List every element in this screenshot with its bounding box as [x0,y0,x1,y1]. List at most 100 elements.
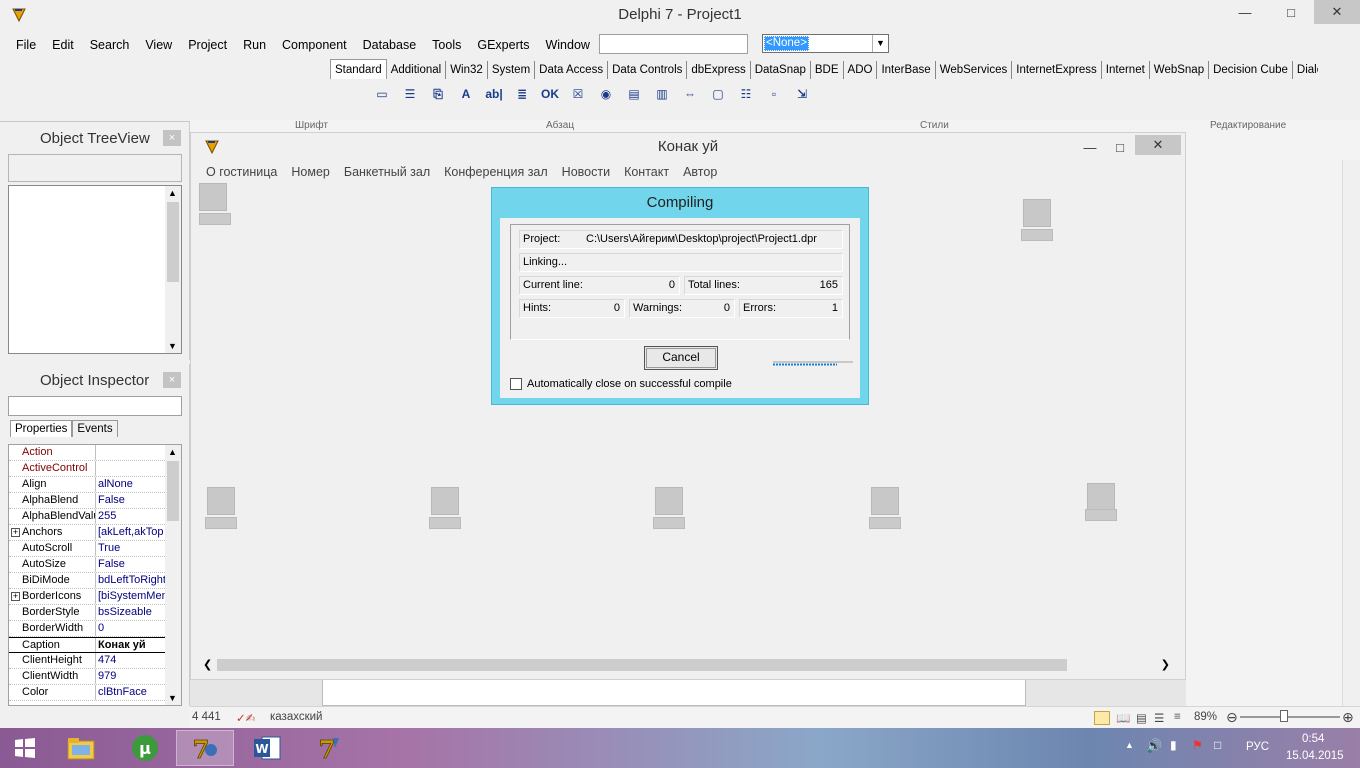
palette-tab-system[interactable]: System [488,61,536,79]
volume-icon[interactable]: 🔊 [1146,738,1162,754]
property-value[interactable]: False [96,557,166,572]
component-search-input[interactable] [599,34,748,54]
scroll-down-icon[interactable]: ▼ [168,693,177,703]
component-combo[interactable]: <None> ▼ [762,34,889,53]
menu-gexperts[interactable]: GExperts [469,34,537,56]
inspector-object-combo[interactable] [8,396,182,416]
palette-tab-dialo[interactable]: Dialo [1293,61,1318,79]
property-value[interactable]: bdLeftToRight [96,573,166,588]
form-menu-item[interactable]: О гостиница [199,163,284,181]
non-visual-component[interactable] [1087,483,1115,511]
scroll-up-icon[interactable]: ▲ [168,447,177,457]
palette-tab-internetexpress[interactable]: InternetExpress [1012,61,1102,79]
start-button[interactable] [0,730,50,766]
menu-file[interactable]: File [8,34,44,56]
form-menu-item[interactable]: Автор [676,163,724,181]
scroll-thumb[interactable] [167,461,179,521]
menu-run[interactable]: Run [235,34,274,56]
taskbar-utorrent[interactable]: µ [116,730,174,766]
palette-tab-interbase[interactable]: InterBase [877,61,936,79]
property-row-autosize[interactable]: AutoSize False [9,557,181,573]
memo-icon[interactable]: ≣ [510,82,534,106]
scroll-up-icon[interactable]: ▲ [168,188,177,198]
property-value[interactable]: False [96,493,166,508]
property-value[interactable]: [biSystemMen [96,589,166,604]
word-count[interactable]: 4 441 [192,711,221,723]
non-visual-component[interactable] [1023,199,1051,227]
outline-icon[interactable]: ☰ [1154,711,1164,725]
form-menu-item[interactable]: Номер [284,163,336,181]
form-minimize-button[interactable]: — [1075,135,1105,159]
network-icon[interactable]: ▮ [1170,738,1177,752]
property-row-caption[interactable]: Caption Конак уй [9,637,181,653]
radiogroup-icon[interactable]: ☷ [734,82,758,106]
non-visual-component[interactable] [871,487,899,515]
form-menu-item[interactable]: Контакт [617,163,676,181]
menu-component[interactable]: Component [274,34,355,56]
zoom-level[interactable]: 89% [1194,711,1217,723]
zoom-slider-thumb[interactable] [1280,710,1288,722]
language-indicator[interactable]: казахский [270,711,322,723]
auto-close-checkbox[interactable] [510,378,522,390]
property-value[interactable] [96,461,166,476]
flag-icon[interactable]: ⚑ [1192,738,1203,752]
taskbar-word[interactable]: W [238,730,296,766]
property-value[interactable]: bsSizeable [96,605,166,620]
cancel-button[interactable]: Cancel [644,346,718,370]
palette-tab-dbexpress[interactable]: dbExpress [687,61,751,79]
expand-icon[interactable]: + [11,592,20,601]
proofing-icon[interactable]: ✓✍ [236,711,255,725]
property-row-activecontrol[interactable]: ActiveControl [9,461,181,477]
palette-tab-internet[interactable]: Internet [1102,61,1150,79]
inspector-close-button[interactable]: × [163,372,181,388]
property-value[interactable]: 979 [96,669,166,684]
property-value[interactable]: True [96,541,166,556]
zoom-slider[interactable] [1240,716,1340,718]
taskbar-delphi-2[interactable]: 7 [300,730,358,766]
form-horizontal-scrollbar[interactable]: ❮ ❯ [199,657,1178,673]
tray-expand-icon[interactable]: ▲ [1125,740,1134,750]
zoom-out-icon[interactable]: ⊖ [1226,709,1238,726]
tab-events[interactable]: Events [72,420,118,437]
word-vertical-scrollbar[interactable] [1342,160,1360,706]
form-menu-item[interactable]: Банкетный зал [337,163,437,181]
property-value[interactable]: Конак уй [96,638,166,652]
palette-tab-webservices[interactable]: WebServices [936,61,1013,79]
clock-time[interactable]: 0:54 [1302,733,1324,745]
palette-tab-websnap[interactable]: WebSnap [1150,61,1210,79]
groupbox-icon[interactable]: ▢ [706,82,730,106]
property-value[interactable]: [akLeft,akTop [96,525,166,540]
main-menu-icon[interactable]: ☰ [398,82,422,106]
auto-close-option[interactable]: Automatically close on successful compil… [510,378,732,390]
property-row-borderwidth[interactable]: BorderWidth 0 [9,621,181,637]
property-row-align[interactable]: Align alNone [9,477,181,493]
property-value[interactable]: clBtnFace [96,685,166,700]
property-row-color[interactable]: Color clBtnFace [9,685,181,701]
minimize-button[interactable]: — [1222,0,1268,24]
scroll-thumb[interactable] [217,659,1067,671]
zoom-in-icon[interactable]: ⊕ [1342,709,1354,726]
property-row-alphablendvalu[interactable]: AlphaBlendValu 255 [9,509,181,525]
scroll-right-icon[interactable]: ❯ [1161,658,1170,671]
palette-tab-standard[interactable]: Standard [330,59,387,79]
scroll-left-icon[interactable]: ❮ [203,658,212,671]
property-row-alphablend[interactable]: AlphaBlend False [9,493,181,509]
taskbar-delphi-active[interactable]: 7 [176,730,234,766]
menu-project[interactable]: Project [180,34,235,56]
property-value[interactable]: 0 [96,621,166,636]
frames-icon[interactable]: ▭ [370,82,394,106]
taskbar-explorer[interactable] [52,730,110,766]
scrollbar-icon[interactable]: ⇔ [678,82,702,106]
palette-tab-bde[interactable]: BDE [811,61,844,79]
palette-tab-data-controls[interactable]: Data Controls [608,61,688,79]
property-row-clientwidth[interactable]: ClientWidth 979 [9,669,181,685]
palette-tab-data-access[interactable]: Data Access [535,61,609,79]
property-row-autoscroll[interactable]: AutoScroll True [9,541,181,557]
non-visual-component[interactable] [207,487,235,515]
label-icon[interactable]: A [454,82,478,106]
palette-tab-ado[interactable]: ADO [844,61,878,79]
action-center-icon[interactable]: □ [1214,738,1221,752]
expand-icon[interactable]: + [11,528,20,537]
combobox-icon[interactable]: ▥ [650,82,674,106]
palette-tab-win32[interactable]: Win32 [446,61,488,79]
